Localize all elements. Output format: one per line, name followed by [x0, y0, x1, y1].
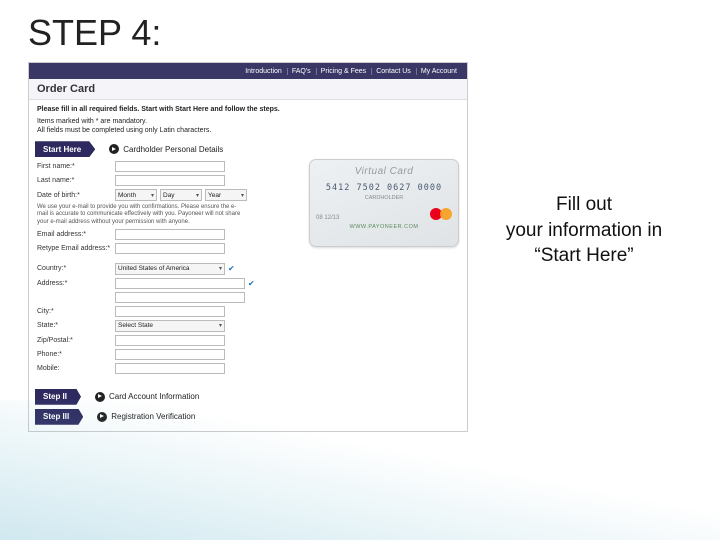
state-select[interactable]: Select State▾: [115, 320, 225, 332]
label-dob: Date of birth:*: [37, 192, 115, 199]
phone-input[interactable]: [115, 349, 225, 360]
city-input[interactable]: [115, 306, 225, 317]
arrow-icon: [95, 392, 105, 402]
label-first-name: First name:*: [37, 163, 115, 170]
address-input-1[interactable]: [115, 278, 245, 289]
callout-line1: Fill out: [468, 192, 700, 218]
country-select[interactable]: United States of America▾: [115, 263, 225, 275]
section-start-label: Cardholder Personal Details: [109, 144, 223, 154]
virtual-card-preview: Virtual Card 5412 7502 0627 0000 CARDHOL…: [309, 159, 459, 247]
card-brand: Virtual Card: [316, 166, 452, 177]
mobile-input[interactable]: [115, 363, 225, 374]
nav-introduction[interactable]: Introduction: [241, 68, 286, 75]
label-state: State:*: [37, 322, 115, 329]
arrow-icon: [109, 144, 119, 154]
section-step2: Step II Card Account Information: [29, 389, 467, 405]
label-retype-email: Retype Email address:*: [37, 245, 115, 252]
label-last-name: Last name:*: [37, 177, 115, 184]
slide-title: STEP 4:: [0, 0, 720, 62]
section-step2-label: Card Account Information: [95, 392, 199, 402]
dob-year-select[interactable]: Year▾: [205, 189, 247, 201]
tab-start-here[interactable]: Start Here: [35, 141, 95, 157]
label-address: Address:*: [37, 280, 115, 287]
email-note: We use your e-mail to provide you with c…: [37, 204, 247, 226]
section-step2-text: Card Account Information: [109, 392, 199, 401]
dob-month-select[interactable]: Month▾: [115, 189, 157, 201]
latin-note: All fields must be completed using only …: [37, 126, 459, 135]
nav-my-account[interactable]: My Account: [416, 68, 461, 75]
check-icon: ✔: [248, 279, 257, 288]
section-step3-text: Registration Verification: [111, 412, 195, 421]
label-zip: Zip/Postal:*: [37, 337, 115, 344]
label-city: City:*: [37, 308, 115, 315]
embedded-screenshot: Introduction FAQ's Pricing & Fees Contac…: [28, 62, 468, 432]
callout-text: Fill out your information in “Start Here…: [468, 62, 700, 432]
instructions-main: Please fill in all required fields. Star…: [29, 100, 467, 117]
label-mobile: Mobile:: [37, 365, 115, 372]
retype-email-input[interactable]: [115, 243, 225, 254]
section-step3: Step III Registration Verification: [29, 409, 467, 425]
label-email: Email address:*: [37, 231, 115, 238]
arrow-icon: [97, 412, 107, 422]
section-start-here: Start Here Cardholder Personal Details: [29, 141, 467, 157]
check-icon: ✔: [228, 264, 237, 273]
chevron-down-icon: ▾: [196, 192, 199, 199]
last-name-input[interactable]: [115, 175, 225, 186]
card-url: WWW.PAYONEER.COM: [316, 224, 452, 230]
nav-faqs[interactable]: FAQ's: [287, 68, 315, 75]
chevron-down-icon: ▾: [219, 322, 222, 329]
mandatory-note: Items marked with * are mandatory.: [37, 117, 459, 126]
email-input[interactable]: [115, 229, 225, 240]
card-holder: CARDHOLDER: [316, 195, 452, 201]
card-expiry: 08 12/13: [316, 215, 339, 221]
nav-pricing[interactable]: Pricing & Fees: [316, 68, 371, 75]
callout-line3: “Start Here”: [468, 243, 700, 269]
section-step3-label: Registration Verification: [97, 412, 195, 422]
chevron-down-icon: ▾: [219, 265, 222, 272]
chevron-down-icon: ▾: [241, 192, 244, 199]
address-input-2[interactable]: [115, 292, 245, 303]
tab-step3[interactable]: Step III: [35, 409, 83, 425]
label-country: Country:*: [37, 265, 115, 272]
chevron-down-icon: ▾: [151, 192, 154, 199]
first-name-input[interactable]: [115, 161, 225, 172]
nav-contact[interactable]: Contact Us: [371, 68, 415, 75]
page-title: Order Card: [29, 79, 467, 100]
section-start-text: Cardholder Personal Details: [123, 145, 223, 154]
top-nav: Introduction FAQ's Pricing & Fees Contac…: [29, 63, 467, 79]
callout-line2: your information in: [468, 218, 700, 244]
label-phone: Phone:*: [37, 351, 115, 358]
instructions-sub: Items marked with * are mandatory. All f…: [29, 117, 467, 141]
mastercard-logo-icon: [430, 207, 452, 221]
card-number: 5412 7502 0627 0000: [316, 183, 452, 193]
tab-step2[interactable]: Step II: [35, 389, 81, 405]
dob-day-select[interactable]: Day▾: [160, 189, 202, 201]
zip-input[interactable]: [115, 335, 225, 346]
